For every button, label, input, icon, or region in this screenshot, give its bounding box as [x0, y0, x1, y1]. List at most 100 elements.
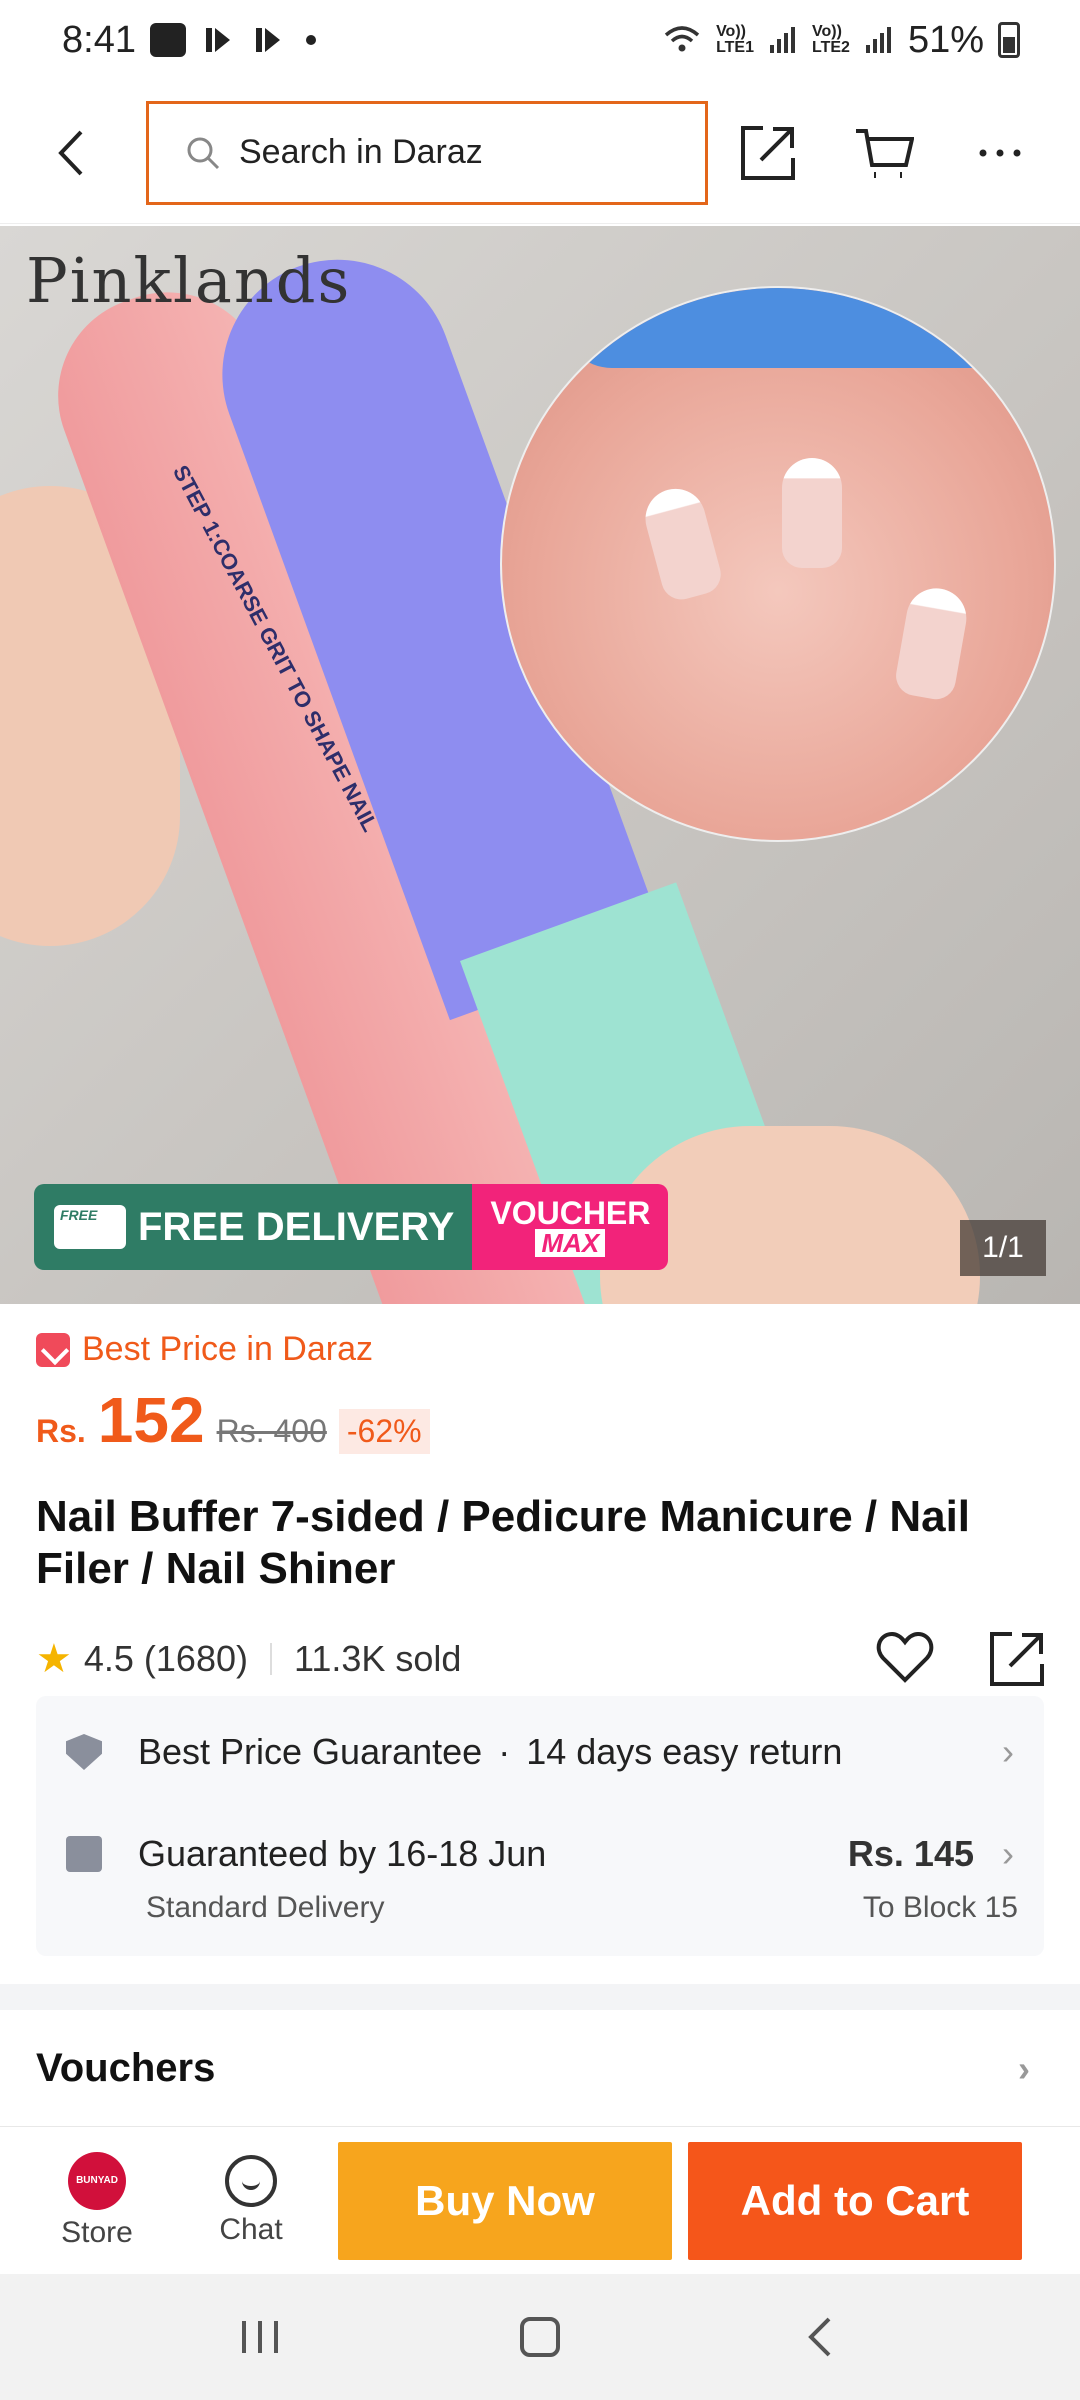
discount-badge: -62%: [338, 1409, 430, 1454]
product-image-gallery[interactable]: STEP 1:COARSE GRIT TO SHAPE NAIL Pinklan…: [0, 226, 1080, 1304]
delivery-guarantee-label: Guaranteed by 16-18 Jun: [138, 1833, 547, 1874]
signal-2-icon: [865, 27, 891, 53]
more-icon: [979, 149, 1021, 156]
image-counter: 1/1: [960, 1220, 1046, 1276]
search-icon: [187, 137, 220, 169]
play-notification-icon: [255, 28, 280, 52]
package-icon: [66, 1836, 102, 1872]
status-left: 8:41: [62, 19, 316, 62]
cart-button[interactable]: [854, 123, 914, 183]
status-bar: 8:41 Vo)) LTE1 Vo)) LTE2 51%: [0, 0, 1080, 80]
easy-return-label: 14 days easy return: [526, 1731, 843, 1772]
free-delivery-label: FREE DELIVERY: [138, 1204, 455, 1249]
system-back-button[interactable]: [790, 2307, 850, 2367]
cart-icon: [856, 128, 914, 178]
back-button[interactable]: [40, 123, 100, 183]
header-actions: [738, 123, 1030, 183]
voucher-label: VOUCHER: [490, 1195, 651, 1231]
current-price: 152: [97, 1384, 205, 1456]
chat-button[interactable]: Chat: [174, 2154, 328, 2247]
nail-illustration: [782, 458, 842, 568]
price-row: Rs. 152 Rs. 400 -62%: [36, 1383, 1046, 1457]
top-bar: Search in Daraz: [0, 82, 1080, 224]
separator-dot: ·: [498, 1731, 511, 1772]
star-icon: ★: [36, 1637, 72, 1681]
rating-value[interactable]: 4.5: [84, 1638, 134, 1680]
vouchers-title: Vouchers: [36, 2046, 216, 2090]
delivery-row[interactable]: Guaranteed by 16-18 Jun Rs. 145 ›: [36, 1826, 1044, 1882]
network-1-volte: Vo)): [716, 23, 746, 40]
store-label: Store: [61, 2215, 133, 2249]
network-2-type: LTE2: [812, 39, 850, 56]
service-info-box: Best Price Guarantee · 14 days easy retu…: [36, 1696, 1044, 1956]
store-button[interactable]: BUNYAD Store: [20, 2151, 174, 2250]
back-icon: [808, 2317, 831, 2357]
back-icon: [58, 130, 83, 175]
price-tag-icon: [36, 1332, 70, 1367]
network-1-label: Vo)) LTE1: [716, 24, 754, 56]
delivery-type: Standard Delivery: [146, 1891, 385, 1924]
promo-banner: FREE DELIVERY VOUCHER MAX: [34, 1184, 669, 1270]
shield-check-icon: [66, 1734, 102, 1770]
wifi-icon: [664, 26, 700, 52]
add-to-cart-button[interactable]: Add to Cart: [688, 2141, 1022, 2260]
gallery-notification-icon: [149, 23, 186, 57]
product-title: Nail Buffer 7-sided / Pedicure Manicure …: [36, 1492, 971, 1593]
nail-illustration: [892, 583, 972, 703]
best-price-guarantee-label: Best Price Guarantee: [138, 1731, 483, 1772]
vouchers-section-header[interactable]: Vouchers ›: [36, 2046, 1046, 2091]
battery-percent: 51%: [907, 18, 984, 61]
chevron-right-icon: ›: [1002, 1731, 1014, 1772]
rating-row: ★ 4.5 (1680) 11.3K sold: [36, 1629, 1046, 1689]
recent-apps-button[interactable]: [230, 2307, 290, 2367]
currency-label: Rs.: [36, 1413, 86, 1449]
network-2-volte: Vo)): [812, 23, 842, 40]
original-price: Rs. 400: [216, 1413, 327, 1449]
home-button[interactable]: [510, 2307, 570, 2367]
play-notification-icon: [205, 28, 230, 52]
delivery-fee: Rs. 145: [847, 1833, 974, 1874]
network-1-type: LTE1: [716, 39, 754, 56]
divider: [269, 1643, 272, 1675]
best-price-label: Best Price in Daraz: [82, 1330, 373, 1368]
brand-watermark: Pinklands: [26, 244, 352, 317]
product-actions: [876, 1630, 1046, 1688]
section-divider: [0, 1984, 1080, 2010]
wishlist-heart-icon[interactable]: [876, 1630, 934, 1684]
nail-illustration: [638, 482, 726, 604]
voucher-max-badge: VOUCHER MAX: [472, 1184, 669, 1270]
best-price-tag: Best Price in Daraz: [36, 1330, 1046, 1369]
more-notifications-dot-icon: [305, 35, 316, 45]
rating-count[interactable]: (1680): [144, 1638, 248, 1680]
chat-icon: [225, 2154, 277, 2207]
nails-closeup-image: [500, 286, 1056, 842]
search-input[interactable]: Search in Daraz: [146, 100, 708, 205]
status-time: 8:41: [62, 18, 136, 61]
signal-1-icon: [770, 27, 795, 53]
chat-label: Chat: [219, 2212, 283, 2246]
sold-count: 11.3K sold: [293, 1638, 462, 1679]
product-info: Best Price in Daraz Rs. 152 Rs. 400 -62%…: [36, 1330, 1046, 1689]
status-right: Vo)) LTE1 Vo)) LTE2 51%: [662, 19, 1020, 62]
chevron-right-icon: ›: [1018, 2047, 1030, 2089]
store-logo: BUNYAD: [68, 2151, 126, 2210]
nail-file-illustration: [562, 288, 1022, 368]
chevron-right-icon: ›: [1002, 1833, 1014, 1874]
guarantee-row[interactable]: Best Price Guarantee · 14 days easy retu…: [36, 1724, 1044, 1780]
delivery-subrow: Standard Delivery To Block 15: [36, 1886, 1044, 1930]
recent-apps-icon: [242, 2321, 278, 2353]
share-icon: [741, 125, 795, 180]
delivery-location: To Block 15: [862, 1891, 1018, 1924]
more-button[interactable]: [970, 123, 1030, 183]
share-button[interactable]: [738, 123, 798, 183]
search-placeholder: Search in Daraz: [239, 133, 483, 171]
delivery-truck-icon: [54, 1205, 126, 1249]
system-nav-bar: [0, 2274, 1080, 2400]
voucher-max-label: MAX: [535, 1229, 606, 1257]
share-icon[interactable]: [988, 1630, 1046, 1688]
network-2-label: Vo)) LTE2: [812, 24, 850, 56]
bottom-action-bar: BUNYAD Store Chat Buy Now Add to Cart: [0, 2126, 1080, 2274]
battery-icon: [998, 22, 1020, 58]
buy-now-button[interactable]: Buy Now: [338, 2141, 672, 2260]
home-icon: [520, 2317, 560, 2357]
